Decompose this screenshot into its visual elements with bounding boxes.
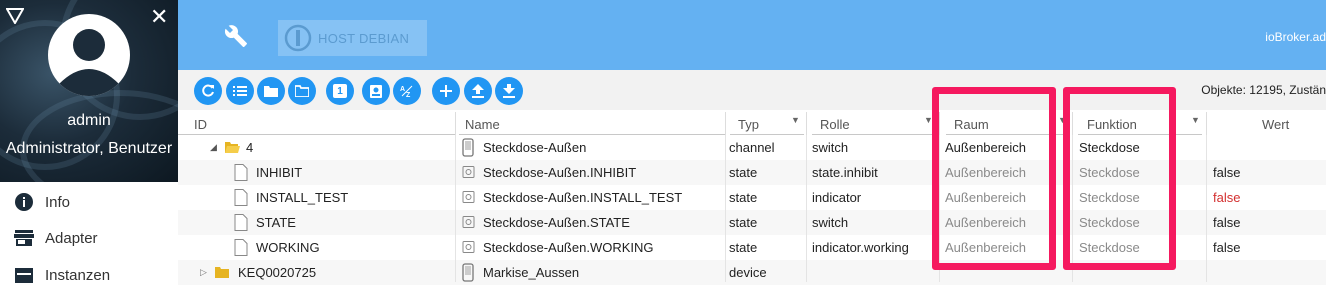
row-role: state.inhibit	[812, 165, 878, 180]
list-icon	[233, 86, 247, 96]
folder-open-icon	[225, 142, 240, 153]
expand-arrow-icon[interactable]: ▷	[200, 260, 207, 285]
row-name: Steckdose-Außen	[483, 140, 587, 155]
info-icon	[14, 192, 34, 212]
row-id: INHIBIT	[256, 165, 303, 180]
store-icon	[14, 228, 34, 248]
row-value[interactable]: false	[1213, 210, 1240, 235]
count-toggle-button[interactable]: 1	[326, 77, 354, 105]
host-label: HOST DEBIAN	[318, 30, 410, 46]
refresh-button[interactable]	[194, 77, 222, 105]
row-name: Steckdose-Außen.INSTALL_TEST	[483, 190, 683, 205]
row-name: Steckdose-Außen.WORKING	[483, 240, 654, 255]
column-header-type[interactable]: Typ	[738, 110, 759, 135]
upload-icon	[472, 84, 484, 98]
app-header: HOST DEBIAN ioBroker.ad	[178, 0, 1326, 70]
state-icon	[462, 216, 475, 228]
sidebar-item-label: Instanzen	[45, 266, 111, 284]
row-type: state	[729, 240, 758, 255]
download-icon	[503, 84, 515, 98]
column-header-id[interactable]: ID	[194, 110, 207, 135]
upload-button[interactable]	[464, 77, 492, 105]
row-value[interactable]: false	[1213, 160, 1240, 185]
folder-icon	[264, 86, 278, 97]
row-role: indicator	[812, 190, 862, 205]
row-name: Markise_Aussen	[483, 265, 580, 280]
row-id: 4	[246, 140, 254, 155]
row-role: indicator.working	[812, 240, 909, 255]
row-value[interactable]: false	[1213, 235, 1240, 260]
state-icon	[462, 241, 475, 253]
sidebar-item-adapter[interactable]: Adapter	[0, 220, 178, 256]
instances-icon	[14, 265, 34, 285]
file-icon	[234, 214, 248, 231]
expand-folders-button[interactable]	[288, 77, 316, 105]
iobroker-logo-icon	[284, 24, 312, 52]
close-icon[interactable]: ✕	[150, 6, 168, 28]
row-id: STATE	[256, 215, 296, 230]
row-id: INSTALL_TEST	[256, 190, 349, 205]
collapse-folders-button[interactable]	[257, 77, 285, 105]
function-column-highlight	[1063, 87, 1176, 270]
row-id: WORKING	[256, 240, 320, 255]
state-icon	[462, 166, 475, 178]
add-icon	[440, 85, 452, 97]
download-button[interactable]	[495, 77, 523, 105]
number-icon: 1	[333, 84, 347, 98]
brand-title: ioBroker.ad	[1265, 30, 1326, 44]
drawer-triangle-icon[interactable]	[6, 8, 24, 24]
row-type: channel	[729, 140, 775, 155]
sidebar-item-label: Info	[45, 193, 71, 211]
row-value[interactable]: false	[1213, 185, 1240, 210]
avatar	[48, 14, 130, 96]
row-role: switch	[812, 215, 849, 230]
row-type: state	[729, 165, 758, 180]
refresh-icon	[202, 84, 214, 97]
column-header-role[interactable]: Rolle	[820, 110, 850, 135]
row-type: state	[729, 215, 758, 230]
folder-open-icon	[295, 85, 309, 97]
objects-count: Objekte: 12195, Zustän	[1201, 83, 1326, 97]
file-icon	[234, 164, 248, 181]
sidebar-item-info[interactable]: Info	[0, 184, 178, 220]
row-name: Steckdose-Außen.STATE	[483, 215, 630, 230]
state-icon	[462, 191, 475, 203]
function-filter-dropdown-icon[interactable]: ▼	[1191, 115, 1200, 125]
column-header-name[interactable]: Name	[465, 110, 500, 135]
file-icon	[234, 239, 248, 256]
add-button[interactable]	[432, 77, 460, 105]
sort-button[interactable]: AZ	[393, 77, 421, 105]
role-icon	[370, 85, 382, 98]
row-id: KEQ0020725	[238, 265, 317, 280]
sort-az-icon: AZ	[400, 85, 413, 98]
room-column-highlight	[932, 87, 1056, 270]
file-icon	[234, 189, 248, 206]
sidebar: ✕ admin Administrator, Benutzer Info Ada…	[0, 0, 178, 284]
column-header-value[interactable]: Wert	[1262, 110, 1289, 135]
row-type: device	[729, 265, 767, 280]
host-button[interactable]: HOST DEBIAN	[278, 20, 427, 56]
user-profile-panel: ✕ admin Administrator, Benutzer	[0, 0, 178, 182]
svg-text:Z: Z	[406, 92, 411, 98]
sidebar-item-instanzen[interactable]: Instanzen	[0, 257, 178, 293]
collapse-arrow-icon[interactable]: ◢	[210, 135, 217, 160]
role-button[interactable]	[362, 77, 390, 105]
user-role: Administrator, Benutzer	[5, 140, 173, 157]
channel-device-icon	[462, 138, 474, 157]
folder-icon	[215, 267, 229, 278]
type-filter-dropdown-icon[interactable]: ▼	[791, 115, 800, 125]
row-role: switch	[812, 140, 849, 155]
device-icon	[462, 263, 474, 282]
svg-text:A: A	[400, 86, 405, 93]
list-view-button[interactable]	[226, 77, 254, 105]
wrench-icon[interactable]	[224, 24, 248, 48]
row-name: Steckdose-Außen.INHIBIT	[483, 165, 637, 180]
sidebar-item-label: Adapter	[45, 229, 98, 247]
user-name: admin	[67, 112, 111, 129]
row-type: state	[729, 190, 758, 205]
